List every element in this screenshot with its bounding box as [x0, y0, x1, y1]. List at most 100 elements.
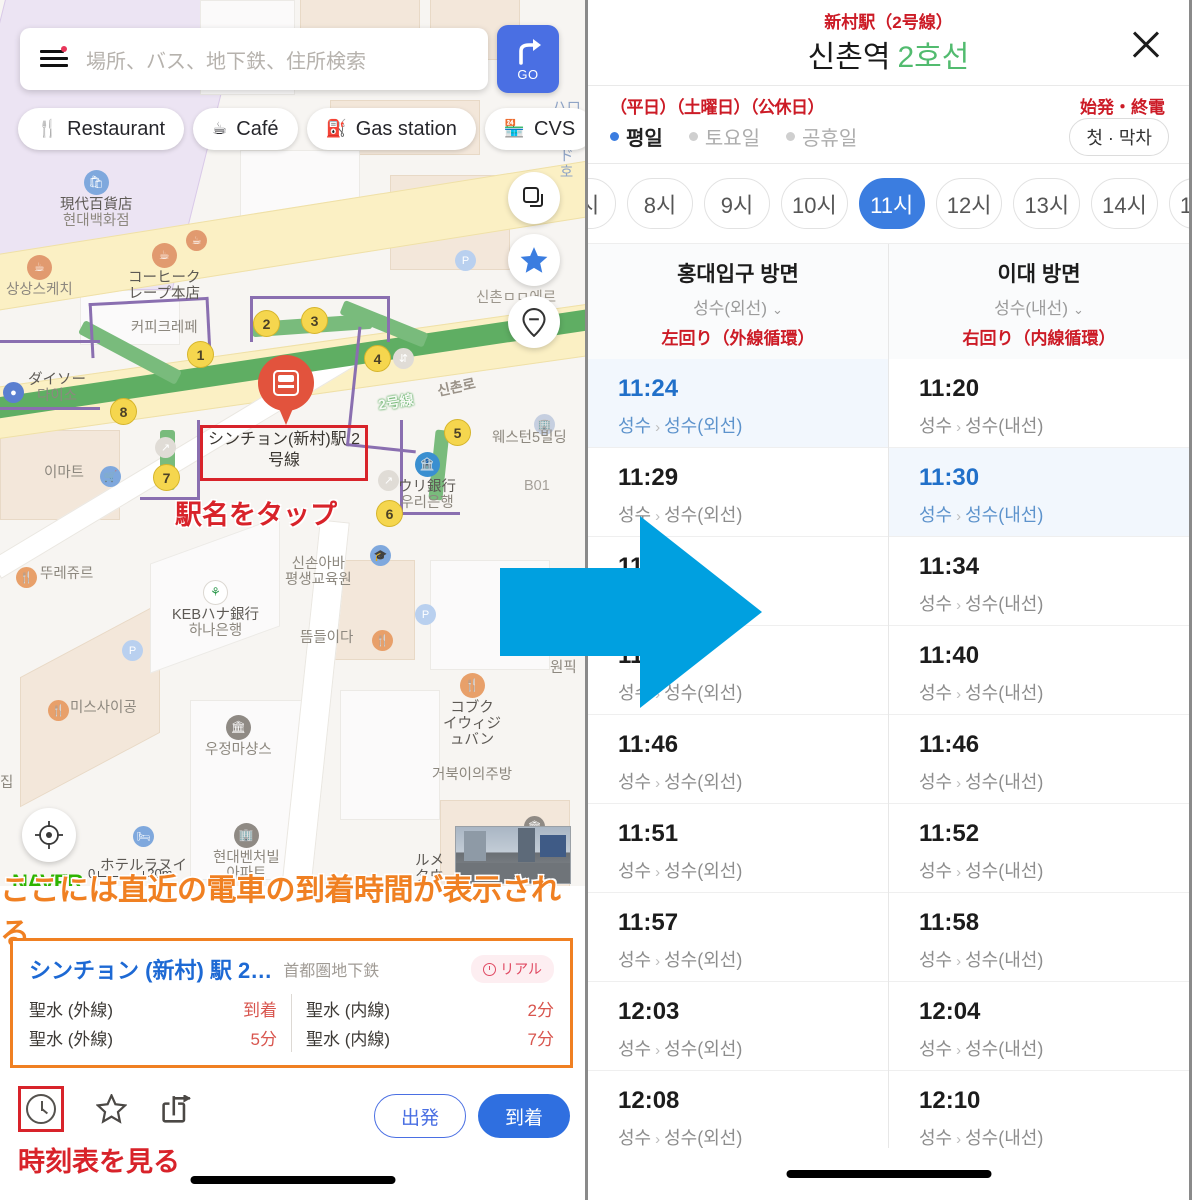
table-row[interactable]: 11:34 성수 › 성수(내선) — [889, 537, 1189, 626]
restaurant-icon: 🍴 — [48, 700, 69, 721]
cafe-icon: ☕ — [186, 230, 207, 251]
category-chip-row: 🍴 Restaurant ☕ Café ⛽ Gas station 🏪 CVS — [18, 108, 585, 150]
go-button-label: GO — [517, 66, 539, 82]
station-marker[interactable] — [258, 355, 314, 427]
first-last-train-button[interactable]: 첫 · 막차 — [1069, 118, 1169, 156]
hour-chip-13[interactable]: 13시 — [1013, 178, 1081, 229]
table-row[interactable]: 12:08 성수 › 성수(외선) — [588, 1071, 888, 1160]
hour-chip-14[interactable]: 14시 — [1091, 178, 1158, 229]
arrive-button[interactable]: 到着 — [478, 1094, 570, 1138]
depart-button[interactable]: 出発 — [374, 1094, 466, 1138]
station-exit-6[interactable]: 6 — [376, 500, 403, 527]
chip-restaurant[interactable]: 🍴 Restaurant — [18, 108, 185, 150]
marker-tail — [275, 399, 297, 425]
home-indicator — [786, 1170, 991, 1178]
favorites-button[interactable] — [508, 234, 560, 286]
day-option-weekday[interactable]: 평일 — [610, 122, 663, 151]
map-poi[interactable]: 웨스턴5빌딩 — [492, 430, 567, 446]
page-title: 신촌역 2호선 — [588, 32, 1189, 76]
via-selector[interactable]: 성수(내선) ⌄ — [889, 294, 1189, 319]
table-row[interactable]: 11:24 성수 › 성수(외선) — [588, 359, 888, 448]
station-exit-5[interactable]: 5 — [444, 419, 471, 446]
map-bottom-toolbar: 時刻表を見る 出発 到着 — [0, 1074, 585, 1200]
annotation-see-timetable: 時刻表を見る — [18, 1147, 180, 1177]
station-exit-1[interactable]: 1 — [187, 341, 214, 368]
train-time: 11:58 — [919, 909, 980, 936]
restaurant-icon: 🍴 — [459, 672, 485, 698]
clock-icon — [483, 962, 497, 976]
station-exit-4[interactable]: 4 — [364, 345, 391, 372]
table-row[interactable]: 11:20 성수 › 성수(내선) — [889, 359, 1189, 448]
arrival-destination: 聖水 (内線) — [306, 1001, 391, 1020]
timetable-button-highlight[interactable] — [18, 1086, 64, 1132]
my-location-button[interactable] — [22, 808, 76, 862]
poi-label-kr: 거북이의주방 — [432, 766, 513, 783]
radio-icon — [610, 132, 619, 141]
table-row[interactable]: 11:58 성수 › 성수(내선) — [889, 893, 1189, 982]
chip-gas-station[interactable]: ⛽ Gas station — [306, 108, 476, 150]
hour-chip-9[interactable]: 9시 — [704, 178, 770, 229]
circle-dot-icon: ● — [3, 382, 24, 403]
info-card-operator: 首都圏地下鉄 — [283, 963, 380, 980]
chip-cvs[interactable]: 🏪 CVS — [484, 108, 585, 150]
table-row[interactable]: 11:30 성수 › 성수(내선) — [889, 448, 1189, 537]
annotation-direction-jp: 右回り（内線循環） — [962, 329, 1116, 348]
table-row[interactable]: 11:57 성수 › 성수(외선) — [588, 893, 888, 982]
station-exit-7[interactable]: 7 — [153, 464, 180, 491]
escalator-icon: ↗ — [155, 437, 176, 458]
close-icon[interactable] — [1129, 28, 1163, 62]
arrival-row: 聖水 (内線) 2分 — [306, 994, 554, 1023]
table-row[interactable]: 11:46 성수 › 성수(내선) — [889, 715, 1189, 804]
clock-icon — [26, 1094, 56, 1124]
search-bar-container[interactable]: 場所、バス、地下鉄、住所検索 — [20, 28, 488, 90]
hour-chip-7[interactable]: 7시 — [588, 178, 616, 229]
day-option-holiday[interactable]: 공휴일 — [786, 122, 857, 151]
station-exit-8[interactable]: 8 — [110, 398, 137, 425]
station-exit-2[interactable]: 2 — [253, 310, 280, 337]
gas-pump-icon: ⛽ — [325, 119, 347, 138]
station-exit-3[interactable]: 3 — [301, 307, 328, 334]
day-option-saturday[interactable]: 토요일 — [688, 122, 760, 151]
map-block — [340, 690, 440, 820]
chip-cafe[interactable]: ☕ Café — [193, 108, 298, 150]
table-row[interactable]: 11:40 성수 › 성수(내선) — [889, 626, 1189, 715]
layers-button[interactable] — [508, 172, 560, 224]
road-label-street: 신촌로 — [435, 375, 477, 399]
map-poi: B01 — [524, 478, 550, 494]
convenience-store-icon: 🏪 — [503, 119, 526, 138]
hour-chip-8[interactable]: 8시 — [627, 178, 693, 229]
table-row[interactable]: 11:46 성수 › 성수(외선) — [588, 715, 888, 804]
via-selector[interactable]: 성수(외선) ⌄ — [588, 294, 888, 319]
station-info-card[interactable]: シンチョン (新村) 駅 2… 首都圏地下鉄 リアル 聖水 (外線) 到着 聖水… — [10, 938, 573, 1068]
elevator-icon: ⇵ — [393, 348, 414, 369]
cafe-icon: ☕ — [212, 119, 228, 138]
arrival-row: 聖水 (外線) 到着 — [29, 994, 277, 1023]
table-row[interactable]: 11:52 성수 › 성수(내선) — [889, 804, 1189, 893]
arrival-row: 聖水 (内線) 7分 — [306, 1023, 554, 1052]
station-name: 신촌역 — [807, 41, 891, 74]
annotation-station-jp: 新村駅（2号線） — [824, 13, 953, 32]
hour-selector-row[interactable]: 7시 8시 9시 10시 11시 12시 13시 14시 15시 — [588, 164, 1189, 244]
share-button[interactable] — [158, 1090, 196, 1128]
go-button[interactable]: GO — [497, 25, 559, 93]
favorite-button[interactable] — [92, 1090, 130, 1128]
parking-icon: P — [415, 604, 436, 625]
hour-chip-10[interactable]: 10시 — [781, 178, 848, 229]
cart-icon: 🛒 — [100, 466, 121, 487]
hour-chip-11[interactable]: 11시 — [858, 178, 925, 229]
parking-icon: P — [122, 640, 143, 661]
table-row[interactable]: 12:04 성수 › 성수(내선) — [889, 982, 1189, 1071]
table-row[interactable]: 11:51 성수 › 성수(외선) — [588, 804, 888, 893]
hamburger-menu-icon[interactable] — [40, 46, 68, 68]
minus-pin-icon — [522, 307, 546, 337]
train-time: 11:52 — [919, 820, 980, 847]
hour-chip-12[interactable]: 12시 — [935, 178, 1003, 229]
hour-chip-15[interactable]: 15시 — [1168, 178, 1189, 229]
table-row[interactable]: 12:03 성수 › 성수(외선) — [588, 982, 888, 1071]
restaurant-icon: 🍴 — [16, 567, 37, 588]
table-row[interactable]: 12:10 성수 › 성수(내선) — [889, 1071, 1189, 1160]
search-input[interactable]: 場所、バス、地下鉄、住所検索 — [86, 45, 366, 74]
direction-label: 홍대입구 방면 — [677, 263, 799, 286]
info-card-station-name[interactable]: シンチョン (新村) 駅 2… — [29, 953, 272, 985]
hide-poi-button[interactable] — [508, 296, 560, 348]
